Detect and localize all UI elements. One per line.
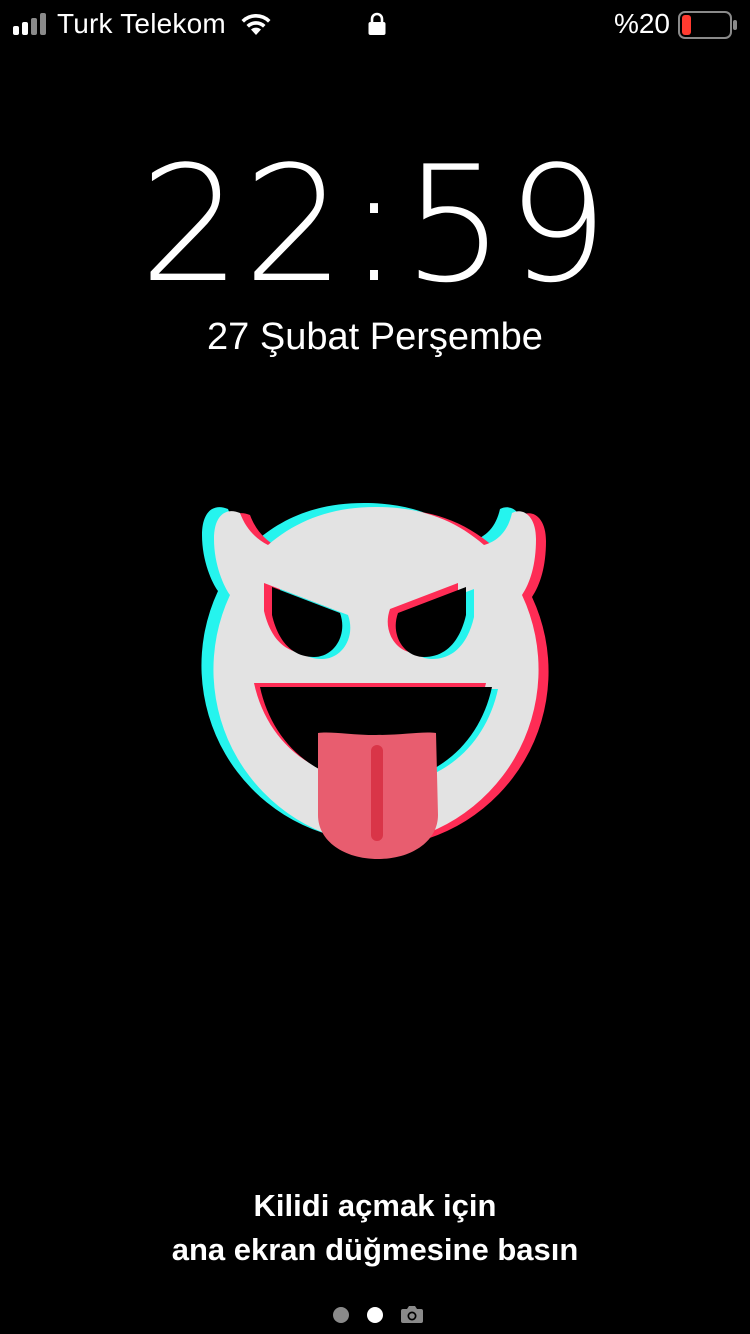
page-indicator [330, 1302, 430, 1328]
page-dot-lockscreen[interactable] [367, 1307, 383, 1323]
page-dot-widgets[interactable] [333, 1307, 349, 1323]
battery-percentage: %20 [613, 8, 670, 39]
camera-icon[interactable] [400, 1304, 424, 1324]
unlock-hint-line-1: Kilidi açmak için [253, 1188, 497, 1223]
status-bar: Turk Telekom %20 [0, 0, 750, 48]
unlock-hint-line-2: ana ekran düğmesine basın [171, 1232, 579, 1267]
lock-screen-date: 27 Şubat Perşembe [207, 316, 543, 358]
battery-low-icon [678, 11, 737, 39]
unlock-hint: Kilidi açmak için ana ekran düğmesine ba… [0, 1184, 750, 1272]
cellular-signal-icon [13, 13, 46, 35]
lock-screen-time: 22:59 [139, 131, 611, 318]
wifi-icon [241, 13, 271, 35]
carrier-name: Turk Telekom [57, 8, 226, 39]
devil-emoji-icon [201, 503, 549, 859]
lock-icon [368, 12, 386, 35]
